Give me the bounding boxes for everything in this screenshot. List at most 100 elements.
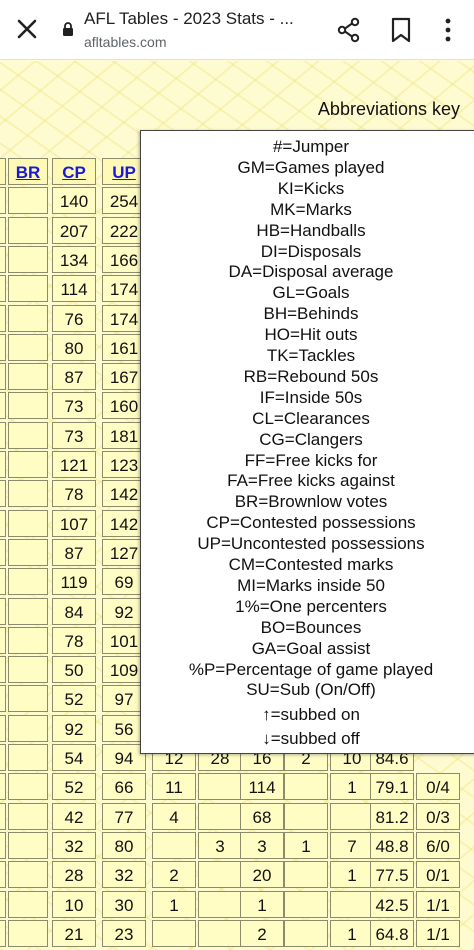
abbreviation-item: MI=Marks inside 50 xyxy=(237,575,385,595)
table-cell xyxy=(0,802,6,830)
sort-link[interactable]: UP xyxy=(112,163,136,182)
table-cell xyxy=(0,744,6,771)
table-cell: 52 xyxy=(52,773,96,801)
abbreviation-item: CL=Clearances xyxy=(252,408,370,428)
table-cell xyxy=(330,890,374,918)
header-cell: CP xyxy=(52,158,96,185)
table-cell: 1 xyxy=(152,890,196,918)
table-cell xyxy=(0,890,6,918)
abbreviation-item: RB=Rebound 50s xyxy=(243,366,379,386)
table-cell xyxy=(198,919,242,947)
table-cell: 1 xyxy=(240,890,284,918)
bookmark-icon[interactable] xyxy=(390,17,412,43)
header-cell: BR xyxy=(8,158,48,185)
table-cell: 77 xyxy=(102,802,146,830)
abbreviation-item: IF=Inside 50s xyxy=(259,387,363,407)
table-cell: 1 xyxy=(330,919,374,947)
table-cell: 0/3 xyxy=(416,802,460,830)
table-cell: 7 xyxy=(330,831,374,859)
table-cell xyxy=(284,802,328,830)
more-options-icon[interactable] xyxy=(438,17,458,43)
table-cell xyxy=(284,861,328,889)
table-cell xyxy=(8,744,48,771)
table-cell xyxy=(284,919,328,947)
table-cell: 21 xyxy=(52,919,96,947)
table-cell: 3 xyxy=(240,831,284,859)
table-cell xyxy=(8,919,48,947)
table-cell: 107 xyxy=(52,509,96,537)
table-cell xyxy=(0,363,6,391)
abbreviations-key-link[interactable]: Abbreviations key xyxy=(318,99,460,120)
table-cell: 20 xyxy=(240,861,284,889)
table-cell: 1/1 xyxy=(416,890,460,918)
table-cell: 92 xyxy=(52,714,96,742)
abbreviation-item: 1%=One percenters xyxy=(235,596,387,616)
table-cell xyxy=(8,392,48,420)
lock-icon xyxy=(63,22,73,36)
table-cell xyxy=(8,363,48,391)
abbreviation-item: BO=Bounces xyxy=(260,617,362,637)
table-cell xyxy=(0,919,6,947)
table-cell: 80 xyxy=(102,831,146,859)
table-cell xyxy=(8,714,48,742)
table-cell: 0/1 xyxy=(416,861,460,889)
abbreviation-item: TK=Tackles xyxy=(266,346,356,365)
sort-link[interactable]: CP xyxy=(62,163,86,182)
table-cell xyxy=(8,538,48,566)
table-cell xyxy=(198,773,242,801)
table-cell: 76 xyxy=(52,304,96,332)
table-cell xyxy=(8,861,48,889)
table-cell: 87 xyxy=(52,538,96,566)
abbreviation-item: FA=Free kicks against xyxy=(227,471,395,491)
table-cell: 52 xyxy=(52,685,96,713)
table-cell: 66 xyxy=(102,773,146,801)
abbreviation-item: %P=Percentage of game played xyxy=(188,659,434,679)
table-cell xyxy=(284,890,328,918)
table-cell: 3 xyxy=(198,831,242,859)
table-cell: 4 xyxy=(152,802,196,830)
table-cell xyxy=(8,421,48,449)
abbreviation-item: KI=Kicks xyxy=(277,178,345,198)
abbreviation-item: CM=Contested marks xyxy=(228,555,394,574)
abbreviation-item: ↓=subbed off xyxy=(262,729,360,749)
close-icon[interactable] xyxy=(14,16,40,42)
table-cell xyxy=(0,421,6,449)
table-cell xyxy=(8,451,48,478)
abbreviation-item: #=Jumper xyxy=(272,137,350,156)
table-cell: 79.1 xyxy=(370,773,414,801)
page-url[interactable]: afltables.com xyxy=(84,34,166,50)
abbreviation-item: UP=Uncontested possessions xyxy=(197,534,425,554)
table-cell xyxy=(8,480,48,508)
table-cell xyxy=(8,333,48,361)
table-cell: 0/4 xyxy=(416,773,460,801)
sort-link[interactable]: BR xyxy=(16,163,41,182)
share-icon[interactable] xyxy=(336,17,362,43)
table-cell xyxy=(284,773,328,801)
table-cell xyxy=(0,568,6,596)
table-cell xyxy=(0,685,6,713)
table-cell xyxy=(0,509,6,537)
table-cell: 32 xyxy=(52,831,96,859)
table-cell xyxy=(8,568,48,596)
table-cell: 140 xyxy=(52,187,96,215)
table-cell: 1 xyxy=(284,831,328,859)
table-cell: 73 xyxy=(52,392,96,420)
table-cell xyxy=(0,626,6,654)
table-cell: 2 xyxy=(240,919,284,947)
abbreviation-item: BH=Behinds xyxy=(263,304,359,324)
table-cell xyxy=(8,187,48,215)
table-cell: 73 xyxy=(52,421,96,449)
table-cell: 2 xyxy=(152,861,196,889)
table-cell xyxy=(0,656,6,684)
table-cell xyxy=(8,802,48,830)
table-cell: 30 xyxy=(102,890,146,918)
table-cell xyxy=(8,890,48,918)
table-cell xyxy=(0,480,6,508)
abbreviation-item: DA=Disposal average xyxy=(228,262,394,282)
table-cell xyxy=(8,216,48,244)
table-cell: 64.8 xyxy=(370,919,414,947)
table-cell: 42 xyxy=(52,802,96,830)
table-cell: 80 xyxy=(52,333,96,361)
abbreviations-popup: #=Jumper GM=Games played KI=Kicks MK=Marks H… xyxy=(140,130,474,754)
table-cell xyxy=(0,275,6,303)
